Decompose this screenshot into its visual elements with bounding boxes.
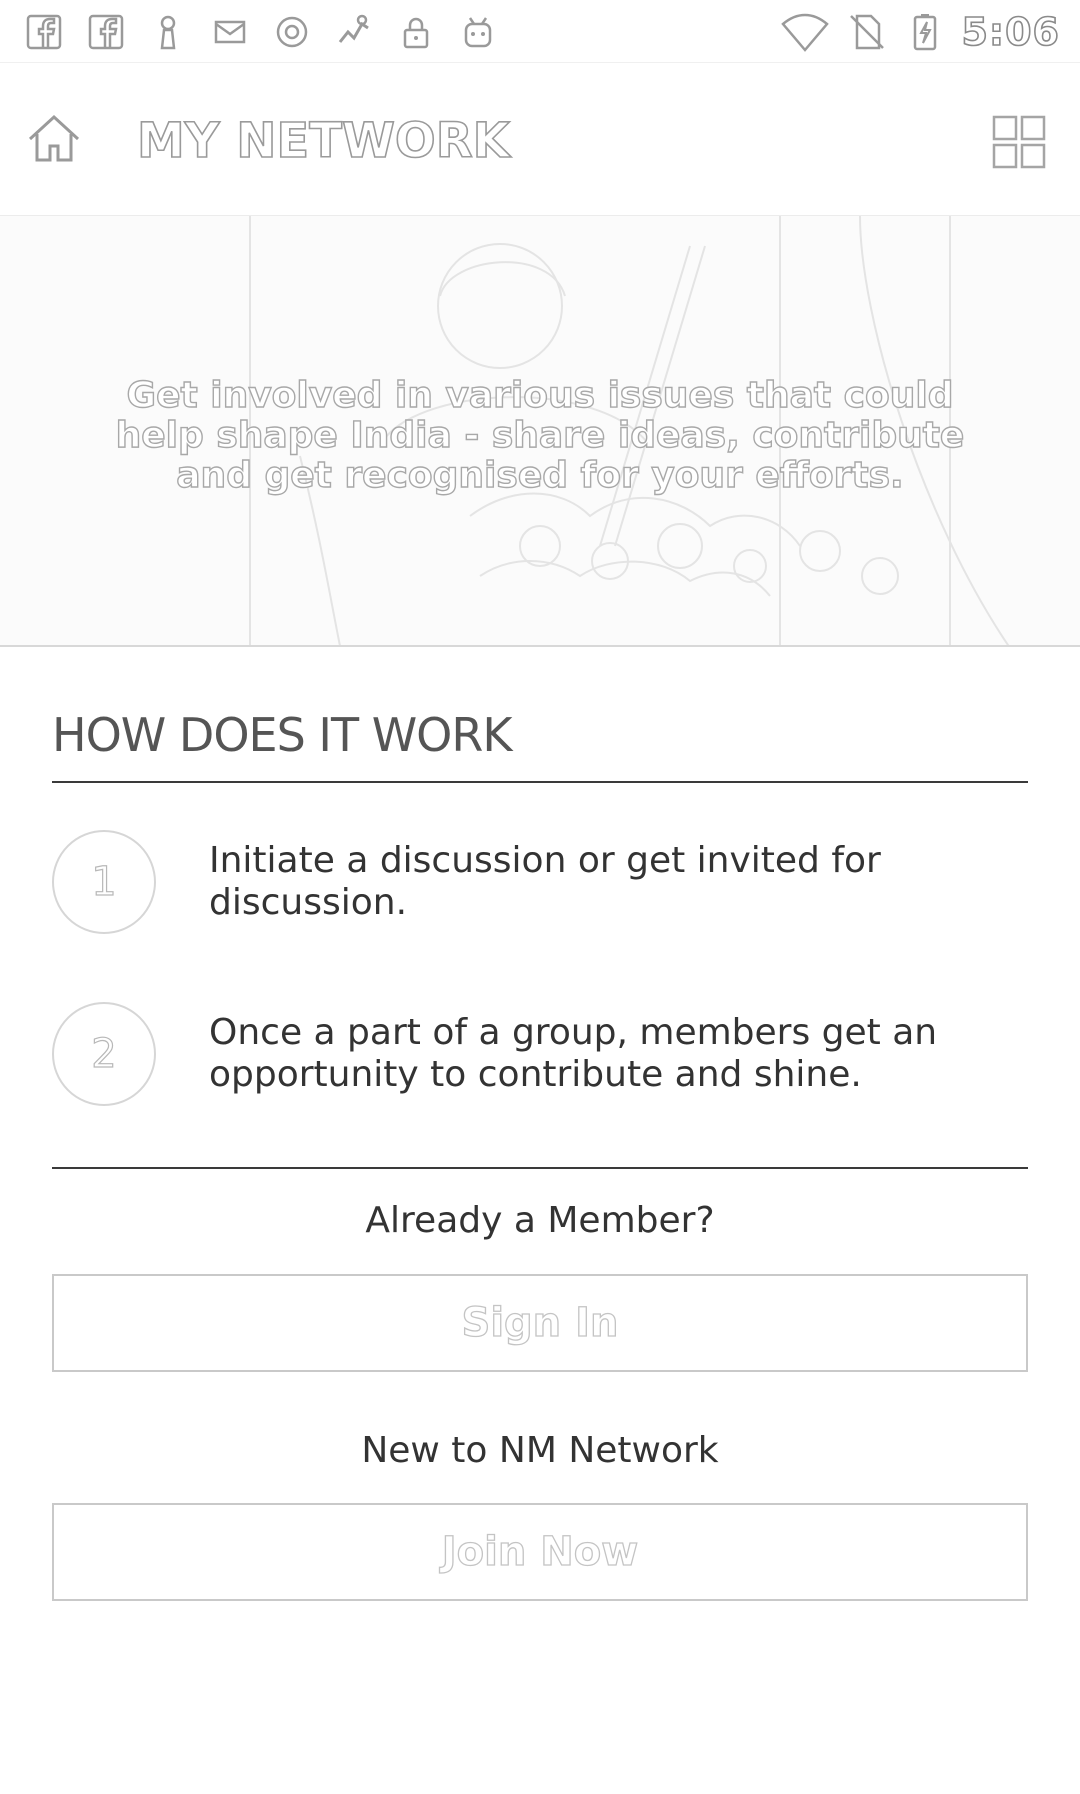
- lock-icon: [394, 10, 438, 54]
- section-title: HOW DOES IT WORK: [52, 708, 513, 762]
- grid-menu-icon[interactable]: [992, 115, 1046, 169]
- wifi-icon: [779, 10, 831, 54]
- page-title: MY NETWORK: [136, 112, 510, 170]
- step-description: Initiate a discussion or get invited for…: [209, 840, 881, 923]
- sign-in-button[interactable]: Sign In: [52, 1274, 1028, 1372]
- already-member-prompt: Already a Member?: [365, 1200, 715, 1241]
- facebook-icon: [84, 10, 128, 54]
- status-bar: 5:06: [0, 0, 1080, 63]
- join-now-button[interactable]: Join Now: [52, 1503, 1028, 1601]
- divider: [52, 1167, 1028, 1169]
- divider: [52, 781, 1028, 783]
- step-description: Once a part of a group, members get an o…: [209, 1012, 938, 1095]
- battery-charging-icon: [903, 10, 947, 54]
- clock: 5:06: [961, 9, 1060, 55]
- o-circle-icon: [270, 10, 314, 54]
- new-member-prompt: New to NM Network: [361, 1430, 719, 1471]
- home-icon[interactable]: [24, 109, 84, 169]
- app-bar: MY NETWORK: [0, 63, 1080, 215]
- step-item: 2 Once a part of a group, members get an…: [52, 1002, 1028, 1112]
- no-sim-icon: [845, 10, 889, 54]
- step-number-badge: 1: [52, 830, 156, 934]
- step-number-badge: 2: [52, 1002, 156, 1106]
- keyhole-person-icon: [146, 10, 190, 54]
- facebook-icon: [22, 10, 66, 54]
- fitness-tracker-icon: [332, 10, 376, 54]
- system-icons: 5:06: [779, 9, 1060, 55]
- mail-icon: [208, 10, 252, 54]
- android-icon: [456, 10, 500, 54]
- hero-banner: Get involved in various issues that coul…: [0, 215, 1080, 647]
- step-item: 1 Initiate a discussion or get invited f…: [52, 830, 1028, 940]
- hero-tagline: Get involved in various issues that coul…: [115, 375, 965, 496]
- notification-icons: [22, 10, 500, 54]
